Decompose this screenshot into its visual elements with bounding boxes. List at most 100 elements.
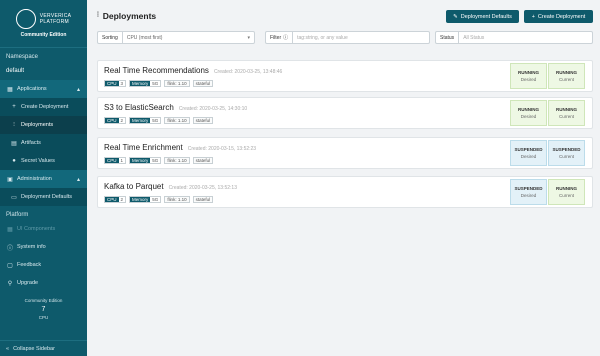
deployments-icon: ⫶ (13, 121, 15, 128)
deployment-card[interactable]: S3 to ElasticSearch Created: 2020-03-25, … (97, 97, 593, 129)
flink-version-tag: flink: 1.10 (164, 157, 190, 164)
brand-line-2: PLATFORM (39, 19, 69, 25)
deployment-name[interactable]: Real Time Enrichment Created: 2020-03-15,… (104, 143, 256, 152)
deployment-name[interactable]: Kafka to Parquet Created: 2020-03-25, 13:… (104, 182, 237, 191)
edition-label: Community Edition (20, 32, 67, 38)
sidebar-item-deployment-defaults[interactable]: ▭ Deployment Defaults (0, 188, 87, 206)
sidebar-item-label: Deployments (21, 122, 54, 128)
sorting-label: Sorting (98, 32, 123, 43)
cpu-tag: CPU 2 (104, 196, 127, 203)
stateful-tag: stateful (192, 80, 214, 87)
flink-version-tag: flink: 1.10 (164, 117, 190, 124)
sidebar-item-secret-values[interactable]: ● Secret Values (0, 152, 87, 170)
sidebar-item-create-deployment[interactable]: + Create Deployment (0, 98, 87, 116)
namespace-label: Namespace (6, 54, 39, 60)
deployment-defaults-button[interactable]: ✎ Deployment Defaults (446, 10, 519, 23)
sidebar-item-label: System info (17, 244, 46, 250)
defaults-icon: ▭ (11, 194, 17, 201)
sidebar-item-artifacts[interactable]: ▤ Artifacts (0, 134, 87, 152)
sidebar-item-ui-components: ▦ UI Components (0, 220, 87, 238)
components-icon: ▦ (7, 226, 13, 233)
chevron-up-icon: ▴ (76, 86, 80, 93)
deployment-card[interactable]: Real Time Enrichment Created: 2020-03-15,… (97, 137, 593, 169)
sidebar-group-administration[interactable]: ▣ Administration ▴ (0, 170, 87, 188)
memory-tag: Memory 5G (129, 117, 162, 124)
sidebar-item-feedback[interactable]: ▢ Feedback (0, 256, 87, 274)
cpu-tag: CPU 2 (104, 117, 127, 124)
memory-tag: Memory 5G (129, 80, 162, 87)
sidebar-item-label: UI Components (17, 226, 56, 232)
sidebar-item-label: Feedback (17, 262, 42, 268)
sidebar-item-label: Upgrade (17, 280, 39, 286)
cpu-tag: CPU 3 (104, 80, 127, 87)
sidebar: VERVERICA PLATFORM Community Edition Nam… (0, 0, 87, 356)
chevron-up-icon: ▴ (76, 176, 80, 183)
sidebar-item-label: Artifacts (21, 140, 41, 146)
plus-icon: + (12, 104, 16, 110)
current-state-badge: RUNNING Current (548, 100, 585, 126)
created-timestamp: Created: 2020-03-25, 13:48:46 (213, 69, 283, 75)
sidebar-item-label: Create Deployment (21, 104, 69, 110)
status-select[interactable]: Status All Status (435, 31, 593, 44)
lock-icon: ● (12, 158, 16, 164)
flink-version-tag: flink: 1.10 (164, 196, 190, 203)
cpu-tag: CPU 1 (104, 157, 127, 164)
main-content: ⫶ Deployments ✎ Deployment Defaults + Cr… (87, 0, 600, 356)
sidebar-item-label: Administration (17, 176, 52, 182)
chat-icon: ▢ (7, 262, 13, 269)
filter-placeholder: tag:string, or any value (297, 34, 348, 41)
deployment-name[interactable]: S3 to ElasticSearch Created: 2020-03-25, … (104, 103, 247, 112)
cpu-count: 7 (41, 306, 46, 313)
sorting-select[interactable]: Sorting CPU (most first) ▾ (97, 31, 255, 44)
sidebar-item-upgrade[interactable]: ⚲ Upgrade (0, 274, 87, 292)
sidebar-item-label: Deployment Defaults (21, 194, 73, 200)
deployment-card[interactable]: Real Time Recommendations Created: 2020-0… (97, 60, 593, 92)
grid-icon: ▦ (7, 86, 13, 93)
pin-icon: ⚲ (7, 280, 13, 287)
memory-tag: Memory 5G (129, 157, 162, 164)
current-state-badge: SUSPENDED Current (548, 140, 585, 166)
sidebar-item-label: Applications (17, 86, 47, 92)
collapse-sidebar-button[interactable]: « Collapse Sidebar (0, 340, 87, 356)
desired-state-badge: RUNNING Desired (510, 100, 547, 126)
create-deployment-button[interactable]: + Create Deployment (524, 10, 593, 23)
sidebar-item-system-info[interactable]: ⓘ System info (0, 238, 87, 256)
logo[interactable]: VERVERICA PLATFORM Community Edition (0, 0, 87, 48)
desired-state-badge: RUNNING Desired (510, 63, 547, 89)
platform-label: Platform (6, 212, 29, 218)
stateful-tag: stateful (192, 157, 214, 164)
chevron-down-icon: ▾ (247, 34, 250, 41)
help-icon[interactable]: ⓘ (283, 34, 288, 41)
sidebar-group-applications[interactable]: ▦ Applications ▴ (0, 80, 87, 98)
desired-state-badge: SUSPENDED Desired (510, 179, 547, 205)
deployments-icon: ⫶ (97, 12, 99, 19)
memory-tag: Memory 5G (129, 196, 162, 203)
created-timestamp: Created: 2020-03-25, 14:30:10 (178, 106, 248, 112)
filter-input[interactable]: Filter ⓘ tag:string, or any value (265, 31, 430, 44)
chevron-left-icon: « (6, 345, 10, 352)
deployment-card[interactable]: Kafka to Parquet Created: 2020-03-25, 13:… (97, 176, 593, 208)
current-state-badge: RUNNING Current (548, 179, 585, 205)
created-timestamp: Created: 2020-03-25, 13:52:13 (168, 185, 237, 191)
status-placeholder: All Status (463, 34, 485, 41)
sidebar-item-deployments[interactable]: ⫶ Deployments (0, 116, 87, 134)
community-edition-label: Community Edition (24, 298, 63, 303)
deployment-name[interactable]: Real Time Recommendations Created: 2020-0… (104, 66, 282, 75)
sidebar-item-label: Secret Values (21, 158, 55, 164)
flink-version-tag: flink: 1.10 (164, 80, 190, 87)
desired-state-badge: SUSPENDED Desired (510, 140, 547, 166)
collapse-label: Collapse Sidebar (13, 345, 55, 352)
stateful-tag: stateful (192, 117, 214, 124)
cpu-label: CPU (38, 315, 49, 320)
filter-label: Filter (270, 34, 282, 41)
info-icon: ⓘ (6, 245, 13, 252)
plus-icon: + (531, 13, 535, 20)
page-title: ⫶ Deployments (97, 11, 157, 21)
edit-icon: ✎ (453, 13, 458, 20)
logo-icon (15, 9, 36, 29)
file-icon: ▤ (11, 140, 17, 147)
namespace-selector[interactable]: default (0, 60, 87, 80)
current-state-badge: RUNNING Current (548, 63, 585, 89)
created-timestamp: Created: 2020-03-15, 13:52:23 (187, 146, 257, 152)
admin-icon: ▣ (7, 176, 13, 183)
